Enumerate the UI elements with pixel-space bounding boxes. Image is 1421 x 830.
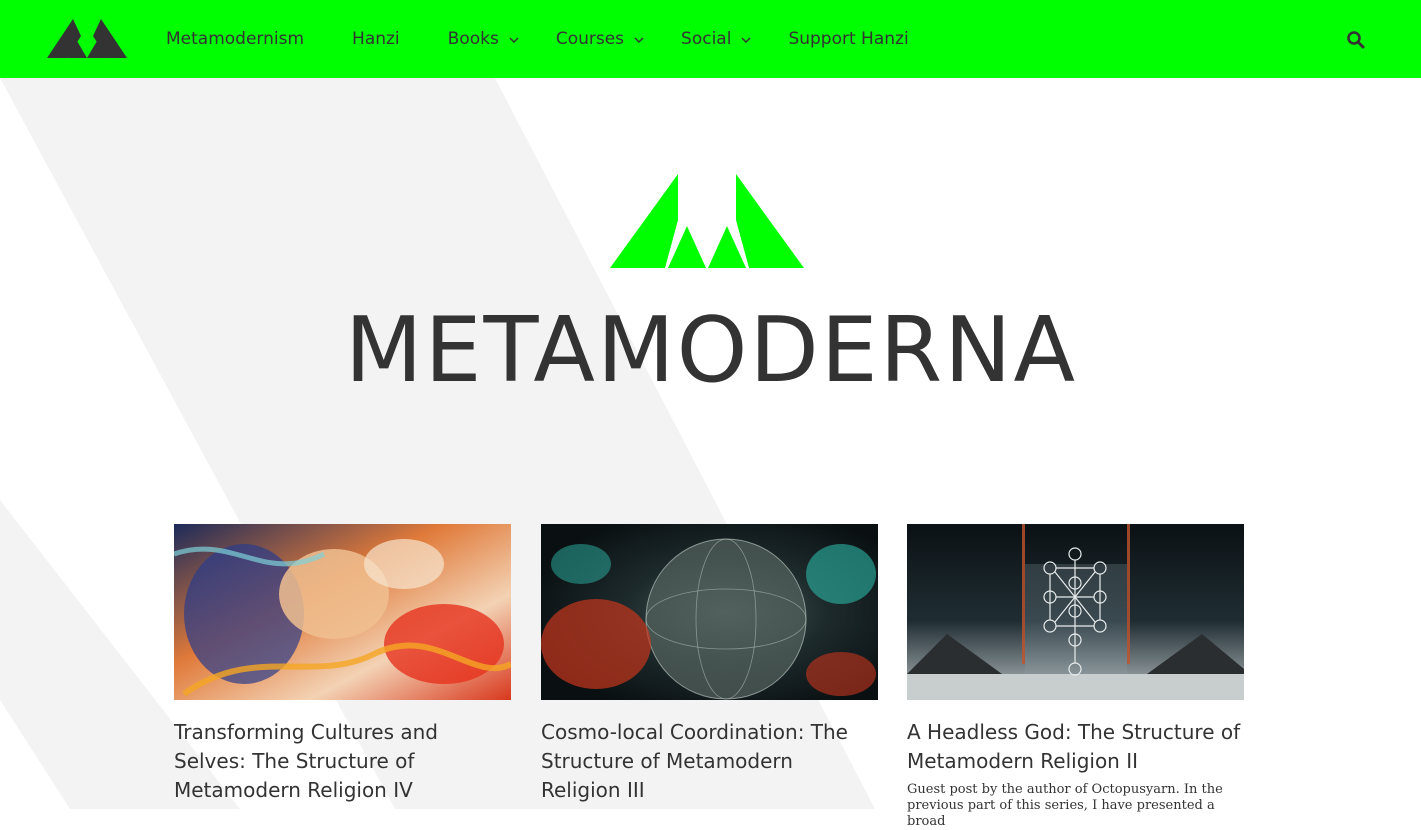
nav-item-label: Support Hanzi bbox=[788, 29, 909, 49]
nav-item-label: Metamodernism bbox=[166, 29, 305, 49]
nav-item-books[interactable]: Books bbox=[448, 29, 520, 49]
post-excerpt: Guest post by the author of Octopusyarn.… bbox=[907, 782, 1223, 829]
post-title-link[interactable]: Cosmo-local Coordination: The Structure … bbox=[541, 718, 878, 805]
chevron-down-icon bbox=[741, 36, 751, 43]
nav-item-support-hanzi[interactable]: Support Hanzi bbox=[788, 29, 908, 49]
nav-item-label: Books bbox=[447, 29, 499, 49]
hero-section: METAMODERNA bbox=[0, 78, 1421, 518]
nav-item-social[interactable]: Social bbox=[681, 29, 752, 49]
post-thumbnail[interactable] bbox=[174, 524, 511, 700]
post-card: A Headless God: The Structure of Metamod… bbox=[907, 524, 1244, 830]
nav-item-hanzi[interactable]: Hanzi bbox=[352, 29, 400, 49]
nav-item-metamodernism[interactable]: Metamodernism bbox=[166, 29, 304, 49]
nav-item-courses[interactable]: Courses bbox=[556, 29, 645, 49]
site-title: METAMODERNA bbox=[344, 298, 1078, 403]
chevron-down-icon bbox=[634, 36, 644, 43]
search-icon[interactable] bbox=[1346, 30, 1366, 50]
metamoderna-logo-mark-icon bbox=[610, 174, 804, 268]
main-menu: Metamodernism Hanzi Books Courses Social… bbox=[166, 0, 909, 78]
nav-item-label: Hanzi bbox=[352, 29, 400, 49]
post-thumbnail[interactable] bbox=[907, 524, 1244, 700]
site-logo-icon[interactable] bbox=[47, 19, 127, 58]
post-title-link[interactable]: Transforming Cultures and Selves: The St… bbox=[174, 718, 511, 805]
top-navigation-bar: Metamodernism Hanzi Books Courses Social… bbox=[0, 0, 1421, 78]
post-card: Cosmo-local Coordination: The Structure … bbox=[541, 524, 878, 805]
post-thumbnail[interactable] bbox=[541, 524, 878, 700]
nav-item-label: Courses bbox=[555, 29, 625, 49]
chevron-down-icon bbox=[509, 36, 519, 43]
post-title-link[interactable]: A Headless God: The Structure of Metamod… bbox=[907, 718, 1244, 776]
post-card: Transforming Cultures and Selves: The St… bbox=[174, 524, 511, 805]
nav-item-label: Social bbox=[681, 29, 732, 49]
